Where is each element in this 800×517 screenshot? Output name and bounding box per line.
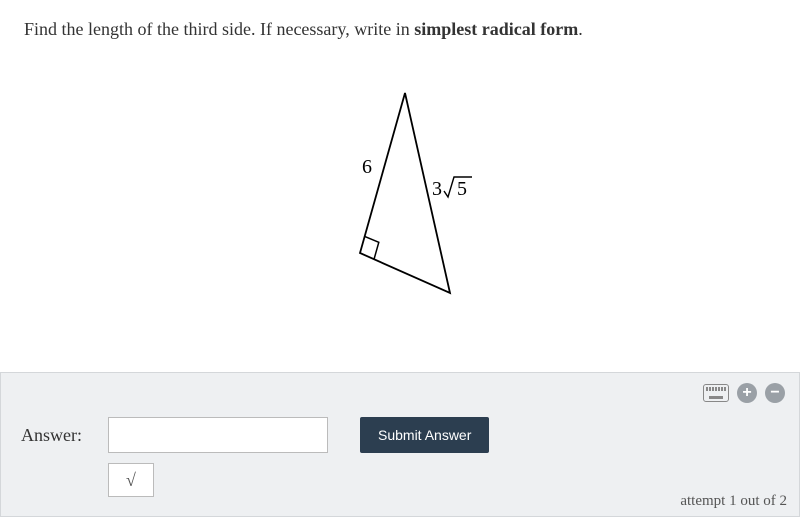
triangle-svg: 6 3 5	[300, 73, 500, 313]
attempt-counter: attempt 1 out of 2	[680, 493, 787, 510]
answer-input[interactable]	[108, 417, 328, 453]
question-bold: simplest radical form	[414, 19, 578, 39]
submit-answer-button[interactable]: Submit Answer	[360, 417, 489, 453]
panel-top-icons: + −	[703, 383, 785, 403]
figure-area: 6 3 5	[0, 53, 800, 333]
hyp-coeff: 3	[432, 178, 442, 200]
question-suffix: .	[578, 19, 583, 39]
hyp-radicand: 5	[457, 178, 467, 200]
sqrt-icon: √	[126, 470, 136, 491]
question-text: Find the length of the third side. If ne…	[24, 16, 776, 43]
answer-label: Answer:	[21, 425, 96, 446]
question-prefix: Find the length of the third side. If ne…	[24, 19, 414, 39]
leg-label: 6	[362, 156, 372, 178]
hypotenuse-label: 3 5	[432, 177, 472, 200]
zoom-out-button[interactable]: −	[765, 383, 785, 403]
answer-panel: + − Answer: Submit Answer √ attempt 1 ou…	[0, 372, 800, 517]
keyboard-icon[interactable]	[703, 384, 729, 402]
sqrt-button[interactable]: √	[108, 463, 154, 497]
minus-icon: −	[770, 385, 779, 401]
zoom-in-button[interactable]: +	[737, 383, 757, 403]
answer-row: Answer: Submit Answer	[21, 417, 779, 453]
plus-icon: +	[742, 385, 751, 401]
question-area: Find the length of the third side. If ne…	[0, 0, 800, 43]
